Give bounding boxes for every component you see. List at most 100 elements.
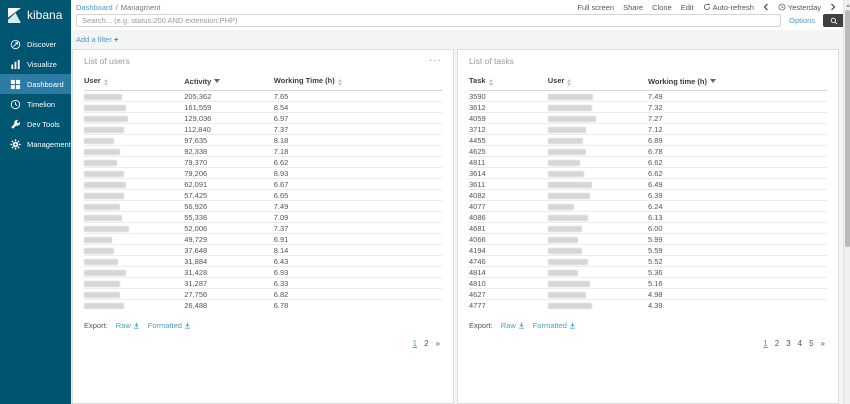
- main-area: Dashboard / Managment Full screen Share …: [71, 0, 850, 404]
- download-icon: [569, 322, 576, 329]
- redacted-user-name: [548, 149, 586, 155]
- add-filter-button[interactable]: Add a filter +: [76, 35, 118, 44]
- time-forward-button[interactable]: [830, 3, 836, 11]
- users-table-body: 205,3627.65161,5598.54129,0366.97112,840…: [84, 91, 442, 311]
- redacted-user-name: [548, 237, 578, 243]
- export-formatted-link[interactable]: Formatted: [148, 321, 191, 330]
- search-input[interactable]: [76, 14, 781, 27]
- redacted-user-name: [84, 259, 118, 265]
- share-button[interactable]: Share: [623, 3, 643, 12]
- redacted-user-name: [84, 138, 114, 144]
- table-row: 26,4886.78: [84, 300, 442, 311]
- auto-refresh-label: Auto-refresh: [713, 3, 754, 12]
- column-header-user[interactable]: User: [84, 74, 184, 91]
- search-bar: Options: [71, 12, 850, 30]
- export-formatted-link[interactable]: Formatted: [533, 321, 576, 330]
- sidebar-item-management[interactable]: Management: [0, 134, 71, 154]
- search-button[interactable]: [823, 14, 845, 27]
- redacted-user-name: [84, 226, 129, 232]
- users-panel-title: List of users: [84, 56, 130, 66]
- sidebar-nav: DiscoverVisualizeDashboardTimelionDev To…: [0, 34, 71, 154]
- redacted-user-name: [548, 171, 584, 177]
- table-row: 48105.16: [469, 278, 827, 289]
- page-button-2[interactable]: 2: [775, 339, 779, 348]
- breadcrumb-current: Managment: [121, 3, 161, 12]
- edit-button[interactable]: Edit: [681, 3, 694, 12]
- table-row: 205,3627.65: [84, 91, 442, 102]
- sort-icon: [338, 79, 342, 86]
- page-button-1[interactable]: 1: [413, 339, 417, 348]
- breadcrumb-dashboard-link[interactable]: Dashboard: [76, 3, 113, 12]
- redacted-user-name: [84, 171, 124, 177]
- redacted-user-name: [548, 226, 582, 232]
- scrollbar-thumb[interactable]: [845, 10, 850, 247]
- table-row: 161,5598.54: [84, 102, 442, 113]
- breadcrumb: Dashboard / Managment: [76, 3, 160, 12]
- table-row: 27,7566.82: [84, 289, 442, 300]
- table-row: 31,2876.33: [84, 278, 442, 289]
- sort-icon: [567, 79, 571, 86]
- users-panel-header: List of users ···: [84, 50, 442, 74]
- table-row: 47465.52: [469, 256, 827, 267]
- download-icon: [133, 322, 140, 329]
- redacted-user-name: [84, 204, 120, 210]
- page-button-4[interactable]: 4: [798, 339, 802, 348]
- search-icon: [830, 17, 838, 25]
- page-button-1[interactable]: 1: [763, 339, 767, 348]
- redacted-user-name: [548, 138, 583, 144]
- add-filter-label: Add a filter: [76, 35, 112, 44]
- column-header-activity[interactable]: Activity: [184, 74, 274, 91]
- page-button-5[interactable]: 5: [809, 339, 813, 348]
- full-screen-button[interactable]: Full screen: [577, 3, 614, 12]
- options-button[interactable]: Options: [789, 16, 815, 25]
- chevron-right-icon: [830, 3, 836, 11]
- sidebar-item-timelion[interactable]: Timelion: [0, 94, 71, 114]
- redacted-user-name: [548, 204, 574, 210]
- table-row: 40597.27: [469, 113, 827, 124]
- time-back-button[interactable]: [763, 3, 769, 11]
- column-header-user[interactable]: User: [548, 74, 648, 91]
- panel-menu-button[interactable]: ···: [429, 58, 442, 64]
- next-page-button[interactable]: »: [436, 339, 440, 348]
- sidebar-item-visualize[interactable]: Visualize: [0, 54, 71, 74]
- sidebar-item-dashboard[interactable]: Dashboard: [0, 74, 71, 94]
- column-header-task[interactable]: Task: [469, 74, 548, 91]
- table-row: 40776.24: [469, 201, 827, 212]
- page-button-2[interactable]: 2: [424, 339, 428, 348]
- clone-button[interactable]: Clone: [652, 3, 672, 12]
- breadcrumb-separator: /: [116, 3, 118, 12]
- table-row: 40826.39: [469, 190, 827, 201]
- sidebar-item-dev-tools[interactable]: Dev Tools: [0, 114, 71, 134]
- tasks-table-header-row: TaskUserWorking time (h): [469, 74, 827, 91]
- time-picker-button[interactable]: Yesterday: [778, 3, 821, 12]
- table-row: 36116.49: [469, 179, 827, 190]
- redacted-user-name: [548, 215, 588, 221]
- table-row: 46274.98: [469, 289, 827, 300]
- sidebar-item-discover[interactable]: Discover: [0, 34, 71, 54]
- export-raw-link[interactable]: Raw: [501, 321, 525, 330]
- scroll-up-icon[interactable]: [844, 1, 850, 9]
- table-row: 36146.62: [469, 168, 827, 179]
- column-header-working-time-h-[interactable]: Working Time (h): [274, 74, 442, 91]
- users-pagination: 12 »: [84, 330, 442, 354]
- kibana-app: kibana DiscoverVisualizeDashboardTimelio…: [0, 0, 850, 404]
- auto-refresh-button[interactable]: Auto-refresh: [703, 3, 754, 12]
- redacted-user-name: [84, 303, 124, 309]
- redacted-user-name: [84, 248, 114, 254]
- export-label: Export:: [84, 321, 108, 330]
- kibana-logo[interactable]: kibana: [0, 0, 71, 30]
- next-page-button[interactable]: »: [821, 339, 825, 348]
- window-scrollbar[interactable]: [843, 0, 850, 404]
- plus-icon: +: [114, 35, 118, 44]
- table-row: 48145.36: [469, 267, 827, 278]
- redacted-user-name: [548, 127, 586, 133]
- tasks-table: TaskUserWorking time (h) 35907.4936127.3…: [469, 74, 827, 311]
- table-row: 97,6358.18: [84, 135, 442, 146]
- dashboard-icon: [10, 79, 21, 90]
- users-export-row: Export: Raw Formatted: [84, 311, 442, 330]
- column-header-working-time-h-[interactable]: Working time (h): [648, 74, 827, 91]
- dashboard-panels: List of users ··· UserActivityWorking Ti…: [71, 48, 850, 404]
- export-raw-link[interactable]: Raw: [116, 321, 140, 330]
- page-button-3[interactable]: 3: [786, 339, 790, 348]
- redacted-user-name: [84, 116, 128, 122]
